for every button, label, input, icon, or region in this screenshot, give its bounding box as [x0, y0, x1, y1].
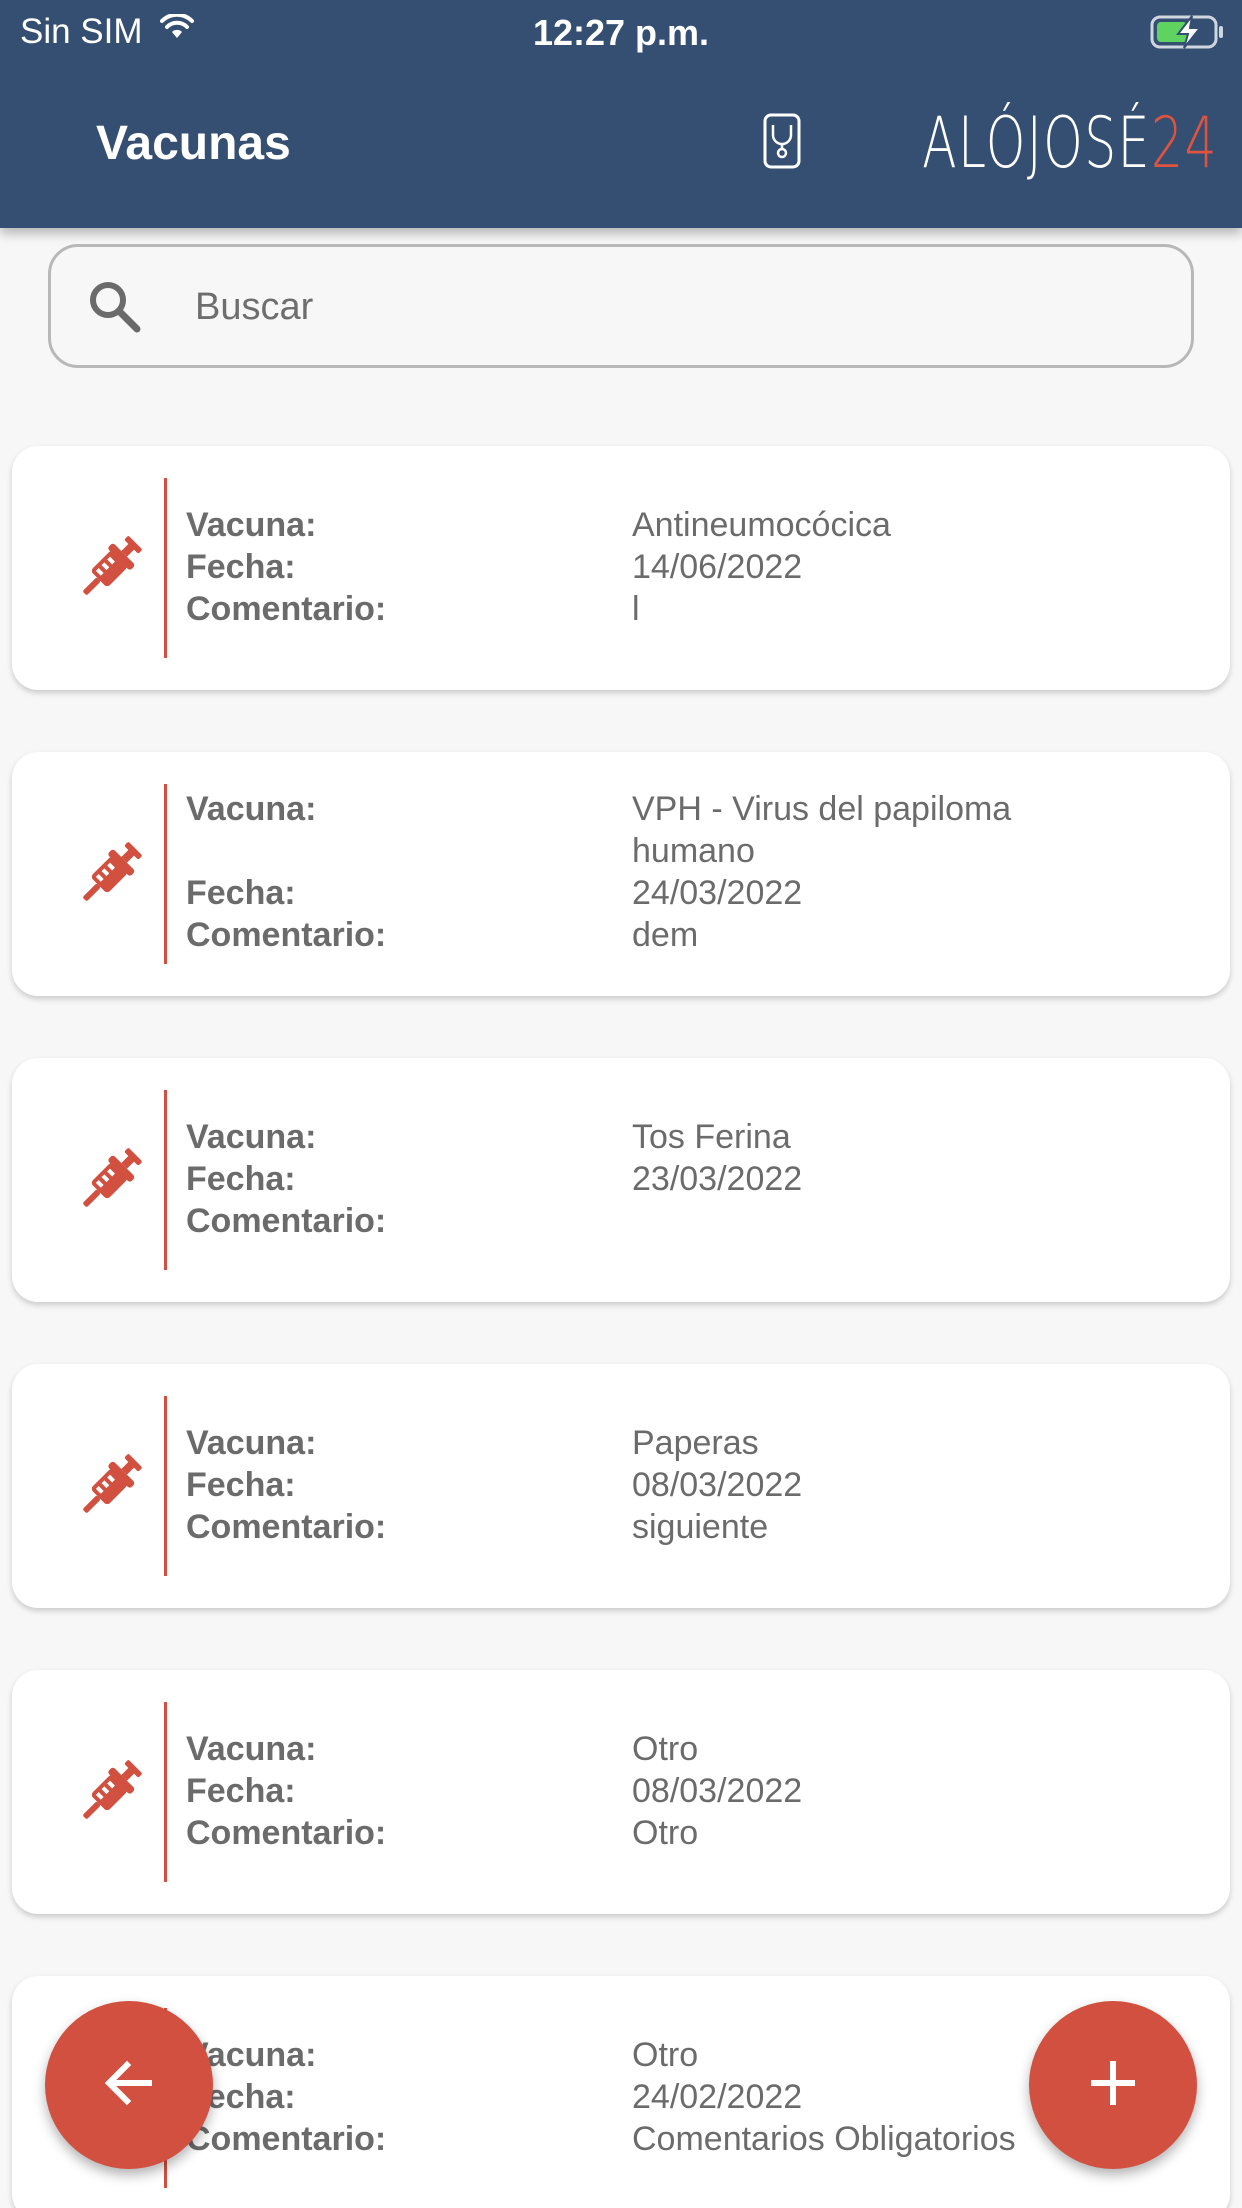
comentario-row: Comentario: l — [186, 588, 1206, 630]
logo-number: 24 — [1150, 102, 1218, 184]
vacuna-row: Vacuna: Tos Ferina — [186, 1116, 1206, 1158]
vaccine-card[interactable]: Vacuna: Antineumocócica Fecha: 14/06/202… — [12, 446, 1230, 690]
fecha-label: Fecha: — [186, 548, 296, 586]
app-logo: ALÓJOSÉ24 — [763, 108, 1218, 178]
comentario-row: Comentario: Otro — [186, 1812, 1206, 1854]
card-fields: Vacuna: Tos Ferina Fecha: 23/03/2022 Com… — [186, 1116, 1206, 1242]
card-fields: Vacuna: Paperas Fecha: 08/03/2022 Coment… — [186, 1422, 1206, 1548]
comentario-label: Comentario: — [186, 1202, 387, 1240]
fecha-label: Fecha: — [186, 1772, 296, 1810]
logo-text: ALÓJOSÉ24 — [922, 108, 1218, 178]
comentario-row: Comentario: siguiente — [186, 1506, 1206, 1548]
fecha-label: Fecha: — [186, 1160, 296, 1198]
fecha-value: 08/03/2022 — [632, 1772, 803, 1810]
vacuna-value: Antineumocócica — [632, 506, 891, 544]
fecha-row: Fecha: 08/03/2022 — [186, 1464, 1206, 1506]
comentario-label: Comentario: — [186, 2120, 387, 2158]
comentario-label: Comentario: — [186, 1508, 387, 1546]
vacuna-row: Vacuna: VPH - Virus del papiloma humano — [186, 788, 1206, 872]
battery-charging-icon — [1150, 14, 1226, 55]
fecha-row: Fecha: 24/03/2022 — [186, 872, 1206, 914]
card-fields: Vacuna: Antineumocócica Fecha: 14/06/202… — [186, 504, 1206, 630]
comentario-value: Comentarios Obligatorios — [632, 2120, 1016, 2158]
search-icon — [85, 277, 145, 342]
vacuna-value: Paperas — [632, 1424, 759, 1462]
search-bar[interactable] — [48, 244, 1194, 368]
syringe-icon — [72, 1142, 148, 1223]
vaccine-card[interactable]: Vacuna: Otro Fecha: 08/03/2022 Comentari… — [12, 1670, 1230, 1914]
fecha-row: Fecha: 14/06/2022 — [186, 546, 1206, 588]
comentario-label: Comentario: — [186, 916, 387, 954]
vacuna-row: Vacuna: Paperas — [186, 1422, 1206, 1464]
fecha-value: 23/03/2022 — [632, 1160, 803, 1198]
search-input[interactable] — [195, 269, 1155, 345]
app: Sin SIM 12:27 p.m. Vacunas ALÓJOSÉ24 Bus… — [0, 0, 1242, 2208]
logo-word: ALÓJOSÉ — [922, 102, 1151, 184]
vacuna-label: Vacuna: — [186, 2036, 317, 2074]
vacuna-row: Vacuna: Otro — [186, 1728, 1206, 1770]
plus-icon — [1083, 2053, 1143, 2118]
fecha-value: 14/06/2022 — [632, 548, 803, 586]
comentario-row: Comentario: — [186, 1200, 1206, 1242]
syringe-icon — [72, 1448, 148, 1529]
comentario-value: dem — [632, 916, 699, 954]
comentario-value: Otro — [632, 1814, 699, 1852]
status-bar: Sin SIM 12:27 p.m. — [0, 0, 1242, 64]
fecha-label: Fecha: — [186, 874, 296, 912]
vaccine-card[interactable]: Vacuna: Tos Ferina Fecha: 23/03/2022 Com… — [12, 1058, 1230, 1302]
back-button[interactable] — [45, 2001, 213, 2169]
comentario-row: Comentario: dem — [186, 914, 1206, 956]
stethoscope-phone-icon — [763, 113, 801, 174]
add-vaccine-button[interactable] — [1029, 2001, 1197, 2169]
vacuna-label: Vacuna: — [186, 1118, 317, 1156]
card-divider — [164, 1396, 167, 1576]
comentario-value — [632, 1200, 1102, 1242]
syringe-icon — [72, 530, 148, 611]
fecha-label: Fecha: — [186, 1466, 296, 1504]
page-title: Vacunas — [96, 117, 291, 170]
comentario-value: l — [632, 590, 640, 628]
vacuna-label: Vacuna: — [186, 506, 317, 544]
vaccine-card[interactable]: Vacuna: Paperas Fecha: 08/03/2022 Coment… — [12, 1364, 1230, 1608]
fecha-value: 08/03/2022 — [632, 1466, 803, 1504]
syringe-icon — [72, 836, 148, 917]
comentario-label: Comentario: — [186, 1814, 387, 1852]
vacuna-value: Tos Ferina — [632, 1118, 791, 1156]
comentario-value: siguiente — [632, 1508, 769, 1546]
vacuna-value: VPH - Virus del papiloma humano — [632, 790, 1012, 870]
fecha-row: Fecha: 08/03/2022 — [186, 1770, 1206, 1812]
card-fields: Vacuna: VPH - Virus del papiloma humano … — [186, 788, 1206, 956]
status-time: 12:27 p.m. — [532, 12, 710, 53]
card-divider — [164, 784, 167, 964]
fecha-label: Fecha: — [186, 2078, 296, 2116]
card-divider — [164, 1702, 167, 1882]
app-header: Sin SIM 12:27 p.m. Vacunas ALÓJOSÉ24 — [0, 0, 1242, 228]
comentario-label: Comentario: — [186, 590, 387, 628]
card-divider — [164, 478, 167, 658]
vacuna-label: Vacuna: — [186, 1730, 317, 1768]
vaccine-card[interactable]: Vacuna: VPH - Virus del papiloma humano … — [12, 752, 1230, 996]
vacuna-label: Vacuna: — [186, 790, 317, 828]
card-divider — [164, 1090, 167, 1270]
syringe-icon — [72, 1754, 148, 1835]
vacuna-row: Vacuna: Antineumocócica — [186, 504, 1206, 546]
card-fields: Vacuna: Otro Fecha: 08/03/2022 Comentari… — [186, 1728, 1206, 1854]
vacuna-value: Otro — [632, 1730, 699, 1768]
fecha-value: 24/03/2022 — [632, 874, 803, 912]
vacuna-label: Vacuna: — [186, 1424, 317, 1462]
arrow-left-icon — [99, 2053, 159, 2118]
fecha-row: Fecha: 23/03/2022 — [186, 1158, 1206, 1200]
